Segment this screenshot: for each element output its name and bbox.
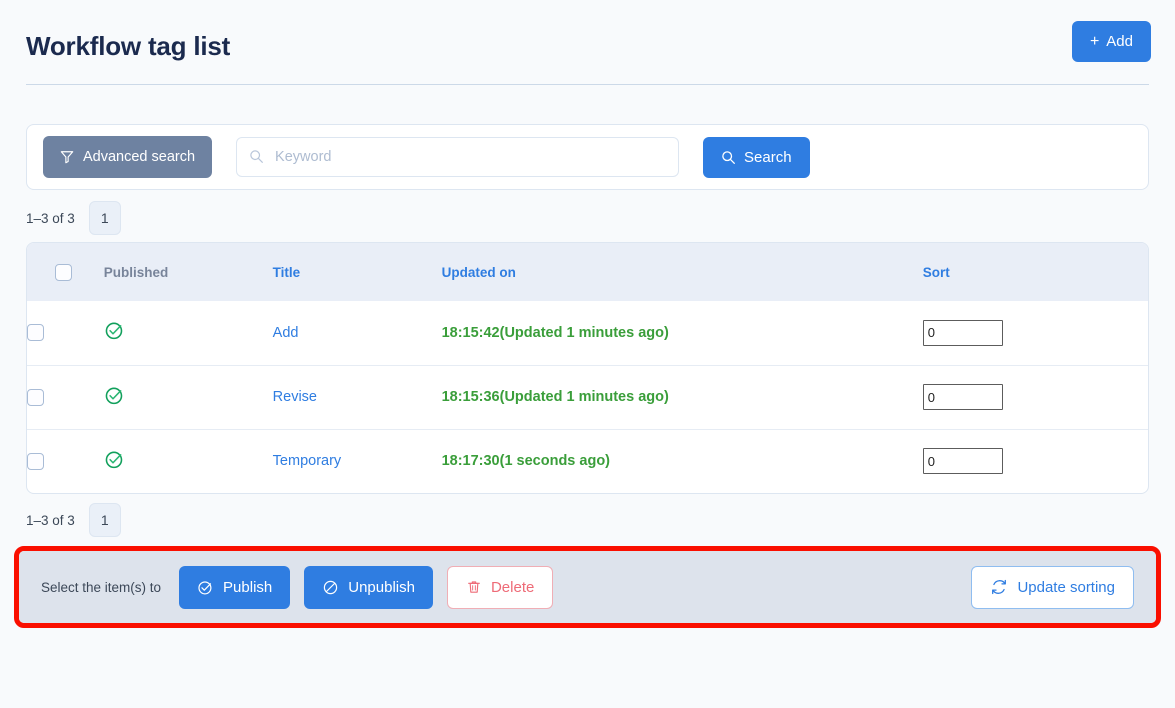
row-sort-input[interactable] <box>922 384 1003 410</box>
header-divider <box>26 84 1149 85</box>
select-all-checkbox[interactable] <box>55 263 72 281</box>
row-title-link[interactable]: Revise <box>273 389 317 405</box>
pagination-bottom: 1–3 of 3 1 <box>26 494 1149 546</box>
page-header: Workflow tag list + Add <box>0 0 1175 92</box>
check-circle-icon <box>197 579 214 596</box>
row-select-cell <box>27 428 104 493</box>
search-input[interactable] <box>236 137 680 177</box>
delete-button-label: Delete <box>490 578 535 596</box>
delete-button[interactable]: Delete <box>446 565 554 609</box>
refresh-icon <box>990 578 1008 596</box>
advanced-search-label: Advanced search <box>83 149 196 165</box>
column-select-all <box>27 243 104 301</box>
row-checkbox[interactable] <box>27 388 44 406</box>
pagination-page-1[interactable]: 1 <box>88 201 121 235</box>
column-sort: Sort <box>922 243 1148 301</box>
row-title-cell: Add <box>273 301 442 365</box>
bulk-action-label: Select the item(s) to <box>41 579 162 595</box>
row-sort-input[interactable] <box>922 448 1003 475</box>
action-bar-highlight: Select the item(s) to Publish Unpublish <box>14 546 1161 628</box>
table-row: Add 18:15:42(Updated 1 minutes ago) <box>27 301 1148 365</box>
table-row: Temporary 18:17:30(1 seconds ago) <box>27 428 1148 493</box>
check-circle-icon[interactable] <box>104 385 125 406</box>
table-card: Published Title Updated on Sort Add 18:1… <box>26 242 1149 494</box>
plus-icon: + <box>1089 32 1100 50</box>
row-title-link[interactable]: Add <box>273 325 299 341</box>
row-updated-cell: 18:17:30(1 seconds ago) <box>441 428 923 493</box>
table-body: Add 18:15:42(Updated 1 minutes ago) 0 Re… <box>27 301 1148 493</box>
pagination-page-1[interactable]: 1 <box>88 503 121 537</box>
workflow-tag-table: Published Title Updated on Sort Add 18:1… <box>27 243 1148 493</box>
row-sort-input[interactable] <box>922 319 1003 346</box>
search-button[interactable]: Search <box>703 136 810 178</box>
unpublish-button[interactable]: Unpublish <box>304 565 433 609</box>
row-title-cell: Revise <box>272 364 442 429</box>
row-updated-on: 18:17:30(1 seconds ago) <box>441 453 611 470</box>
pagination-range: 1–3 of 3 <box>26 512 75 528</box>
column-updated-on: Updated on <box>441 243 923 301</box>
check-circle-icon[interactable] <box>104 449 125 470</box>
row-published-cell <box>103 364 273 429</box>
pagination-top: 1–3 of 3 1 <box>26 190 1149 242</box>
row-updated-cell: 18:15:42(Updated 1 minutes ago) <box>442 301 923 365</box>
publish-button-label: Publish <box>223 578 273 596</box>
column-updated-on-sort-link[interactable]: Updated on <box>442 265 516 280</box>
column-published: Published <box>103 243 273 301</box>
row-sort-cell <box>922 428 1148 493</box>
page-title: Workflow tag list <box>26 30 231 61</box>
row-sort-cell <box>922 301 1148 365</box>
filter-icon <box>60 150 74 164</box>
row-title-cell: Temporary <box>272 428 442 493</box>
keyword-field-wrapper <box>236 137 680 177</box>
row-checkbox[interactable] <box>27 452 44 470</box>
trash-icon <box>466 579 482 595</box>
add-button[interactable]: + Add <box>1071 21 1151 62</box>
update-sorting-label: Update sorting <box>1017 578 1115 596</box>
row-title-link[interactable]: Temporary <box>273 453 342 469</box>
row-updated-cell: 18:15:36(Updated 1 minutes ago) <box>441 364 923 429</box>
table-header: Published Title Updated on Sort <box>27 243 1148 301</box>
row-select-cell <box>27 364 104 429</box>
update-sorting-button[interactable]: Update sorting <box>971 565 1134 609</box>
search-icon <box>721 150 736 165</box>
row-published-cell <box>104 301 273 365</box>
column-title: Title <box>272 243 442 301</box>
row-sort-cell <box>922 364 1148 429</box>
search-button-label: Search <box>744 148 792 166</box>
row-updated-on: 18:15:36(Updated 1 minutes ago) <box>441 389 669 405</box>
publish-button[interactable]: Publish <box>179 565 291 609</box>
row-select-cell <box>27 301 104 365</box>
column-published-label: Published <box>103 264 169 280</box>
ban-icon <box>322 579 339 596</box>
row-updated-on: 18:15:42(Updated 1 minutes ago) <box>441 324 669 341</box>
column-title-sort-link[interactable]: Title <box>273 265 301 280</box>
row-checkbox[interactable] <box>27 324 44 342</box>
row-published-cell <box>103 428 273 493</box>
add-button-label: Add <box>1106 33 1133 50</box>
column-sort-link[interactable]: Sort <box>923 265 950 280</box>
search-panel: Advanced search Search <box>26 124 1149 190</box>
pagination-range: 1–3 of 3 <box>26 210 75 226</box>
advanced-search-button[interactable]: Advanced search <box>43 136 213 178</box>
table-header-row: Published Title Updated on Sort <box>27 243 1148 301</box>
unpublish-button-label: Unpublish <box>348 578 415 596</box>
table-row: Revise 18:15:36(Updated 1 minutes ago) <box>27 364 1148 429</box>
bulk-action-bar: Select the item(s) to Publish Unpublish <box>19 551 1156 623</box>
check-circle-icon[interactable] <box>104 320 125 341</box>
